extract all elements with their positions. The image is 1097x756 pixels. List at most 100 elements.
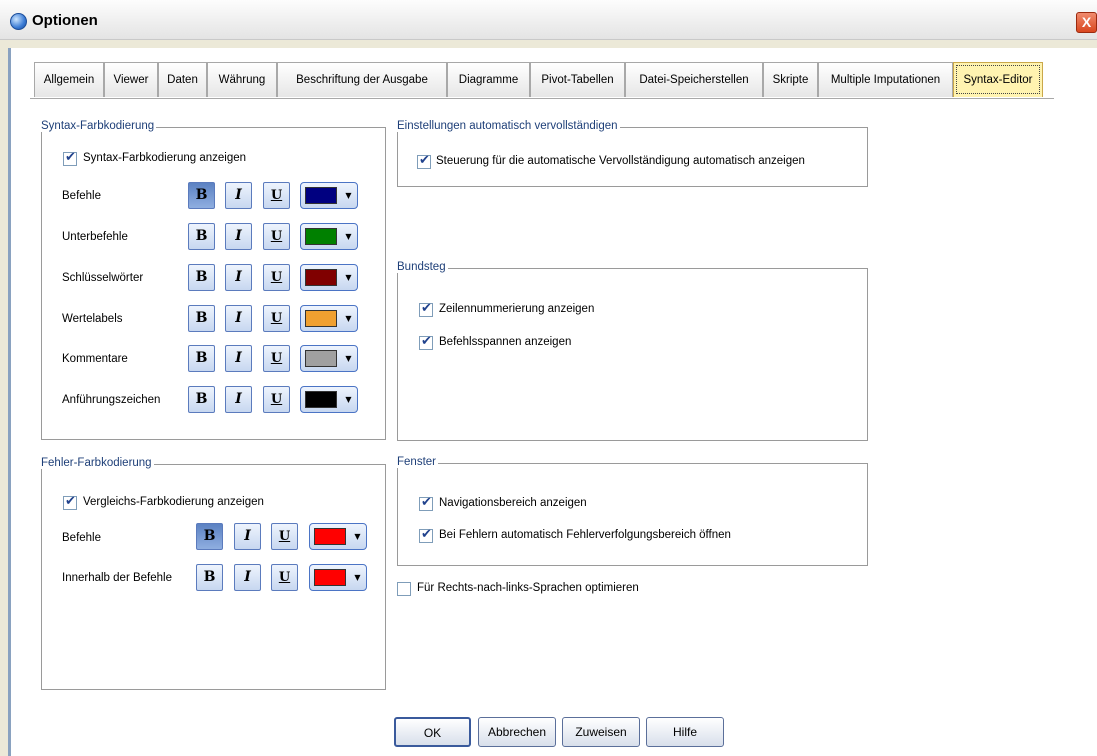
command-spans-checkbox[interactable] [419,334,433,350]
color-swatch [305,350,337,367]
chevron-down-icon: ▼ [345,191,352,200]
tab-beschriftung[interactable]: Beschriftung der Ausgabe [277,62,447,97]
underline-button[interactable]: U [263,345,290,372]
rtl-label: Für Rechts-nach-links-Sprachen optimiere… [417,582,639,594]
error-tracking-label: Bei Fehlern automatisch Fehlerverfolgung… [439,529,731,541]
apply-button[interactable]: Zuweisen [562,717,640,747]
row-label-wertelabels: Wertelabels [62,313,123,325]
tab-syntax-editor[interactable]: Syntax-Editor [953,62,1043,97]
italic-button[interactable]: I [225,386,252,413]
group-window: Fenster [397,456,868,566]
bold-button[interactable]: B [188,386,215,413]
row-label-befehle: Befehle [62,190,102,202]
bold-button[interactable]: B [188,182,215,209]
navigation-pane-label: Navigationsbereich anzeigen [439,497,587,509]
bold-button[interactable]: B [196,564,223,591]
italic-button[interactable]: I [225,223,252,250]
rtl-checkbox[interactable] [397,582,411,596]
bold-button[interactable]: B [188,305,215,332]
tab-allgemein[interactable]: Allgemein [34,62,104,97]
line-numbers-label: Zeilennummerierung anzeigen [439,303,595,315]
bold-button[interactable]: B [196,523,223,550]
cancel-button[interactable]: Abbrechen [478,717,556,747]
tab-datei-speicherstellen[interactable]: Datei-Speicherstellen [625,62,763,97]
row-label-schluesselwoerter: Schlüsselwörter [62,272,144,284]
italic-button[interactable]: I [225,264,252,291]
color-picker-button[interactable]: ▼ [309,523,367,550]
color-picker-button[interactable]: ▼ [300,305,358,332]
bold-button[interactable]: B [188,264,215,291]
chevron-down-icon: ▼ [345,273,352,282]
chevron-down-icon: ▼ [354,532,361,541]
color-picker-button[interactable]: ▼ [300,264,358,291]
color-swatch [305,187,337,204]
tab-daten[interactable]: Daten [158,62,207,97]
color-swatch [314,569,346,586]
color-picker-button[interactable]: ▼ [300,182,358,209]
color-swatch [314,528,346,545]
group-legend: Fehler-Farbkodierung [41,457,154,469]
color-swatch [305,391,337,408]
italic-button[interactable]: I [234,523,261,550]
tab-diagramme[interactable]: Diagramme [447,62,530,97]
underline-button[interactable]: U [263,305,290,332]
chevron-down-icon: ▼ [345,354,352,363]
command-spans-label: Befehlsspannen anzeigen [439,336,572,348]
color-picker-button[interactable]: ▼ [300,223,358,250]
help-button[interactable]: Hilfe [646,717,724,747]
underline-button[interactable]: U [271,523,298,550]
chevron-down-icon: ▼ [345,232,352,241]
italic-button[interactable]: I [234,564,261,591]
group-legend: Syntax-Farbkodierung [41,120,157,132]
row-label-innerhalb: Innerhalb der Befehle [62,572,172,584]
tab-divider [30,98,1054,99]
color-picker-button[interactable]: ▼ [300,345,358,372]
group-legend: Einstellungen automatisch vervollständig… [397,120,620,132]
color-picker-button[interactable]: ▼ [300,386,358,413]
row-label-error-befehle: Befehle [62,532,102,544]
row-label-kommentare: Kommentare [62,353,128,365]
row-label-unterbefehle: Unterbefehle [62,231,128,243]
chevron-down-icon: ▼ [345,395,352,404]
syntax-coloring-label: Syntax-Farbkodierung anzeigen [83,152,247,164]
title-bar: Optionen X [0,0,1097,40]
underline-button[interactable]: U [263,182,290,209]
tab-pivot-tabellen[interactable]: Pivot-Tabellen [530,62,625,97]
line-numbers-checkbox[interactable] [419,301,433,317]
window-title: Optionen [32,12,98,29]
close-button[interactable]: X [1076,12,1097,33]
row-label-anfuehrungszeichen: Anführungszeichen [62,394,161,406]
chevron-down-icon: ▼ [345,314,352,323]
tab-multiple-imputationen[interactable]: Multiple Imputationen [818,62,953,97]
group-legend: Fenster [397,456,438,468]
italic-button[interactable]: I [225,345,252,372]
app-icon [10,13,27,30]
navigation-pane-checkbox[interactable] [419,495,433,511]
bold-button[interactable]: B [188,345,215,372]
autocomplete-checkbox[interactable] [417,153,431,169]
tab-strip: Allgemein Viewer Daten Währung Beschrift… [34,62,1054,99]
underline-button[interactable]: U [263,264,290,291]
italic-button[interactable]: I [225,182,252,209]
tab-viewer[interactable]: Viewer [104,62,158,97]
group-gutter: Bundsteg [397,261,868,441]
underline-button[interactable]: U [263,223,290,250]
tab-skripte[interactable]: Skripte [763,62,818,97]
color-swatch [305,310,337,327]
italic-button[interactable]: I [225,305,252,332]
underline-button[interactable]: U [263,386,290,413]
color-swatch [305,269,337,286]
error-coloring-checkbox[interactable] [63,494,77,510]
group-legend: Bundsteg [397,261,448,273]
color-swatch [305,228,337,245]
error-coloring-label: Vergleichs-Farbkodierung anzeigen [83,496,264,508]
autocomplete-label: Steuerung für die automatische Vervollst… [436,155,805,167]
bold-button[interactable]: B [188,223,215,250]
underline-button[interactable]: U [271,564,298,591]
chevron-down-icon: ▼ [354,573,361,582]
tab-waehrung[interactable]: Währung [207,62,277,97]
error-tracking-checkbox[interactable] [419,527,433,543]
syntax-coloring-checkbox[interactable] [63,150,77,166]
color-picker-button[interactable]: ▼ [309,564,367,591]
ok-button[interactable]: OK [394,717,471,747]
